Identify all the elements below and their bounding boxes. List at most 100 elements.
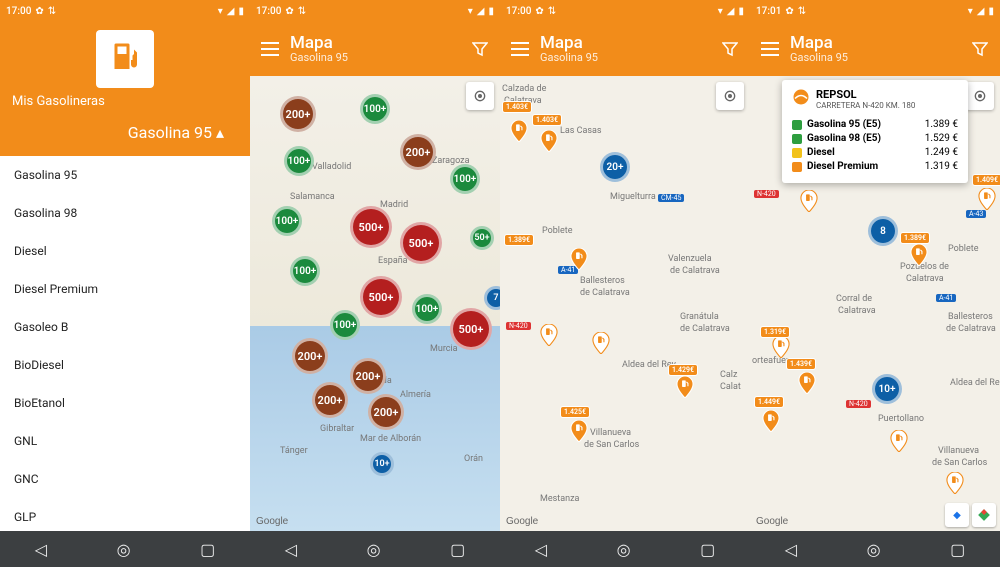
- locate-button[interactable]: [716, 82, 744, 110]
- city-label: Villanueva: [590, 428, 631, 438]
- home-icon[interactable]: ◎: [867, 540, 881, 559]
- fuel-color-icon: [792, 162, 802, 172]
- map-canvas[interactable]: REPSOL CARRETERA N-420 KM. 180 Gasolina …: [750, 76, 1000, 531]
- status-bar: 17:00 ✿ ⇅ ▾ ◢ ▮: [500, 0, 750, 22]
- signal-icon: ◢: [227, 6, 235, 17]
- cluster-marker[interactable]: 8: [868, 216, 898, 246]
- price-tag[interactable]: 1.319€: [760, 326, 790, 338]
- back-icon[interactable]: ◁: [535, 540, 547, 559]
- home-icon[interactable]: ◎: [617, 540, 631, 559]
- back-icon[interactable]: ◁: [285, 540, 297, 559]
- cluster-marker[interactable]: 10+: [370, 452, 394, 476]
- road-badge: CM-45: [658, 194, 684, 202]
- station-pin[interactable]: [570, 248, 588, 270]
- city-label: Puertollano: [878, 414, 924, 424]
- fuel-item[interactable]: GLP: [0, 498, 250, 531]
- station-pin[interactable]: [890, 430, 908, 452]
- locate-button[interactable]: [966, 82, 994, 110]
- fuel-item[interactable]: BioEtanol: [0, 384, 250, 422]
- filter-icon[interactable]: [720, 41, 740, 57]
- price-tag[interactable]: 1.429€: [668, 364, 698, 376]
- cluster-marker[interactable]: 100+: [330, 310, 360, 340]
- fuel-selector[interactable]: Gasolina 95 ▴: [12, 109, 238, 150]
- cluster-marker[interactable]: 100+: [290, 256, 320, 286]
- station-popup[interactable]: REPSOL CARRETERA N-420 KM. 180 Gasolina …: [782, 80, 968, 183]
- cluster-marker[interactable]: 200+: [400, 134, 436, 170]
- cluster-marker[interactable]: 100+: [412, 294, 442, 324]
- cluster-marker[interactable]: 100+: [272, 206, 302, 236]
- fuel-item[interactable]: Gasoleo B: [0, 308, 250, 346]
- price-tag[interactable]: 1.439€: [786, 358, 816, 370]
- price-tag[interactable]: 1.403€: [502, 101, 532, 113]
- home-icon[interactable]: ◎: [117, 540, 131, 559]
- road-badge: N-420: [754, 190, 779, 198]
- station-pin[interactable]: [592, 332, 610, 354]
- cluster-marker[interactable]: 100+: [360, 94, 390, 124]
- fuel-item[interactable]: Gasolina 95: [0, 156, 250, 194]
- cluster-marker[interactable]: 50+: [470, 226, 494, 250]
- cluster-marker[interactable]: 500+: [400, 222, 442, 264]
- cluster-marker[interactable]: 500+: [360, 276, 402, 318]
- fuel-item[interactable]: BioDiesel: [0, 346, 250, 384]
- map-header: Mapa Gasolina 95: [750, 22, 1000, 76]
- android-nav-bar: ◁ ◎ ▢: [750, 531, 1000, 567]
- cluster-marker[interactable]: 200+: [292, 338, 328, 374]
- home-icon[interactable]: ◎: [367, 540, 381, 559]
- map-canvas[interactable]: Google Calzada deCalatravaLas CasasMigue…: [500, 76, 750, 531]
- station-pin[interactable]: [772, 336, 790, 358]
- cluster-marker[interactable]: 100+: [284, 146, 314, 176]
- map-canvas[interactable]: Google ValladolidZaragozaSalamancaMadrid…: [250, 76, 500, 531]
- city-label: Poblete: [542, 226, 573, 236]
- station-pin[interactable]: [540, 130, 558, 152]
- price-tag[interactable]: 1.409€: [972, 174, 1000, 186]
- fuel-item[interactable]: Gasolina 98: [0, 194, 250, 232]
- cluster-marker[interactable]: 7: [484, 286, 500, 310]
- cluster-marker[interactable]: 100+: [450, 164, 480, 194]
- menu-icon[interactable]: [260, 42, 280, 56]
- price-tag[interactable]: 1.403€: [532, 114, 562, 126]
- directions-button[interactable]: ◆: [945, 503, 969, 527]
- fuel-list[interactable]: Gasolina 95 Gasolina 98 Diesel Diesel Pr…: [0, 156, 250, 531]
- fuel-item[interactable]: GNC: [0, 460, 250, 498]
- price-tag[interactable]: 1.449€: [754, 396, 784, 408]
- station-pin[interactable]: [762, 410, 780, 432]
- menu-icon[interactable]: [760, 42, 780, 56]
- cluster-marker[interactable]: 500+: [350, 206, 392, 248]
- station-pin[interactable]: [798, 372, 816, 394]
- price-tag[interactable]: 1.389€: [900, 232, 930, 244]
- cluster-marker[interactable]: 200+: [280, 96, 316, 132]
- station-pin[interactable]: [978, 188, 996, 210]
- fuel-item[interactable]: GNL: [0, 422, 250, 460]
- recent-icon[interactable]: ▢: [450, 540, 465, 559]
- station-pin[interactable]: [570, 420, 588, 442]
- station-pin[interactable]: [946, 472, 964, 494]
- price-tag[interactable]: 1.389€: [504, 234, 534, 246]
- cluster-marker[interactable]: 10+: [872, 374, 902, 404]
- city-label: de San Carlos: [932, 458, 987, 468]
- recent-icon[interactable]: ▢: [700, 540, 715, 559]
- cluster-marker[interactable]: 500+: [450, 308, 492, 350]
- menu-icon[interactable]: [510, 42, 530, 56]
- city-label: Madrid: [380, 200, 408, 210]
- cluster-marker[interactable]: 200+: [312, 382, 348, 418]
- back-icon[interactable]: ◁: [35, 540, 47, 559]
- locate-button[interactable]: [466, 82, 494, 110]
- price-tag[interactable]: 1.425€: [560, 406, 590, 418]
- recent-icon[interactable]: ▢: [950, 540, 965, 559]
- cluster-marker[interactable]: 200+: [350, 358, 386, 394]
- station-pin[interactable]: [540, 324, 558, 346]
- fuel-item[interactable]: Diesel: [0, 232, 250, 270]
- recent-icon[interactable]: ▢: [200, 540, 215, 559]
- station-pin[interactable]: [910, 244, 928, 266]
- city-label: de San Carlos: [584, 440, 639, 450]
- station-pin[interactable]: [676, 376, 694, 398]
- back-icon[interactable]: ◁: [785, 540, 797, 559]
- filter-icon[interactable]: [470, 41, 490, 57]
- station-pin[interactable]: [510, 120, 528, 142]
- filter-icon[interactable]: [970, 41, 990, 57]
- open-maps-button[interactable]: [972, 503, 996, 527]
- fuel-item[interactable]: Diesel Premium: [0, 270, 250, 308]
- cluster-marker[interactable]: 200+: [368, 394, 404, 430]
- cluster-marker[interactable]: 20+: [600, 152, 630, 182]
- station-pin[interactable]: [800, 190, 818, 212]
